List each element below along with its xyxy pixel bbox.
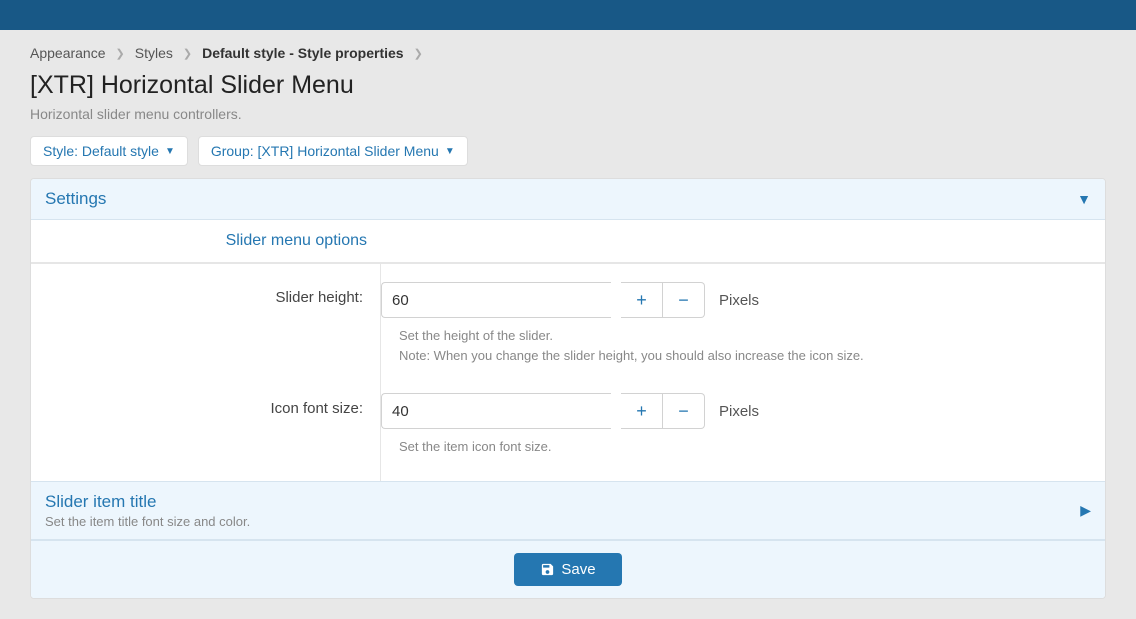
panel-footer: Save [31,540,1105,598]
page-subtitle: Horizontal slider menu controllers. [30,106,1106,122]
caret-right-icon: ▶ [1080,502,1091,519]
icon-font-size-increment-button[interactable]: + [621,393,663,429]
caret-down-icon: ▼ [165,146,175,157]
style-filter-label: Style: Default style [43,143,159,159]
slider-height-increment-button[interactable]: + [621,282,663,318]
settings-section-header[interactable]: Settings ▼ [31,179,1105,220]
slider-height-input[interactable] [381,282,611,318]
save-button-label: Save [561,561,595,578]
icon-font-size-unit: Pixels [715,403,759,420]
slider-menu-options-subsection: Slider menu options [31,220,1105,263]
save-icon [540,562,555,577]
slider-height-unit: Pixels [715,292,759,309]
group-filter-button[interactable]: Group: [XTR] Horizontal Slider Menu ▼ [198,136,468,166]
subsection-label: Slider menu options [31,220,381,262]
page-title: [XTR] Horizontal Slider Menu [30,71,1106,100]
settings-section-title: Settings [45,189,106,209]
caret-down-icon: ▼ [1077,191,1091,207]
save-button[interactable]: Save [514,553,621,586]
icon-font-size-decrement-button[interactable]: − [663,393,705,429]
plus-icon: + [636,290,647,311]
icon-font-size-input[interactable] [381,393,611,429]
style-filter-button[interactable]: Style: Default style ▼ [30,136,188,166]
settings-panel: Settings ▼ Slider menu options Slider he… [30,178,1106,599]
chevron-right-icon: ❯ [414,47,423,60]
breadcrumb-styles[interactable]: Styles [135,45,173,61]
breadcrumb: Appearance ❯ Styles ❯ Default style - St… [30,45,1106,61]
top-bar [0,0,1136,30]
slider-height-row: Slider height: + − Pixels Set the height… [399,282,1087,365]
slider-height-decrement-button[interactable]: − [663,282,705,318]
slider-height-label: Slider height: [32,282,381,306]
icon-font-size-label: Icon font size: [32,393,381,417]
icon-font-size-help: Set the item icon font size. [399,437,1087,457]
minus-icon: − [678,401,689,422]
group-filter-label: Group: [XTR] Horizontal Slider Menu [211,143,439,159]
slider-height-help: Set the height of the slider. Note: When… [399,326,1087,365]
breadcrumb-current: Default style - Style properties [202,45,404,61]
minus-icon: − [678,290,689,311]
slider-item-title-section-title: Slider item title [45,492,250,512]
slider-item-title-section-sub: Set the item title font size and color. [45,514,250,529]
icon-font-size-row: Icon font size: + − Pixels Set the item … [399,393,1087,457]
caret-down-icon: ▼ [445,146,455,157]
breadcrumb-appearance[interactable]: Appearance [30,45,106,61]
chevron-right-icon: ❯ [183,47,192,60]
slider-item-title-section-header[interactable]: Slider item title Set the item title fon… [31,481,1105,540]
chevron-right-icon: ❯ [116,47,125,60]
form-body: Slider height: + − Pixels Set the height… [31,263,1105,481]
plus-icon: + [636,401,647,422]
